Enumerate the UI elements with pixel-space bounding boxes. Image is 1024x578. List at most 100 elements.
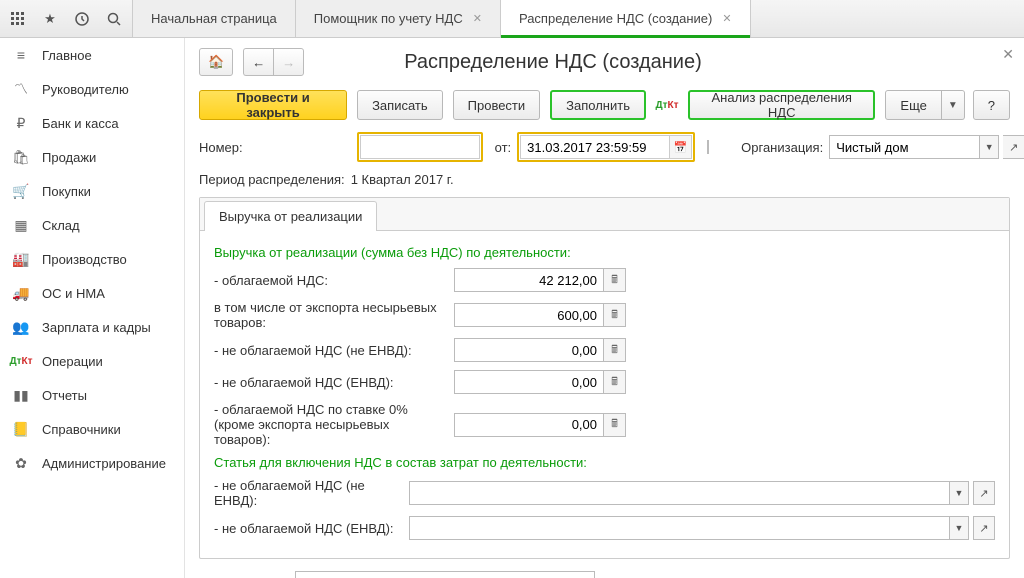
tab-vat-helper[interactable]: Помощник по учету НДС ✕ bbox=[296, 0, 501, 37]
calculator-icon[interactable]: 🖩 bbox=[604, 413, 626, 437]
home-button[interactable]: 🏠 bbox=[199, 48, 233, 76]
sidebar-item-payroll[interactable]: 👥Зарплата и кадры bbox=[0, 310, 184, 344]
calculator-icon[interactable]: 🖩 bbox=[604, 303, 626, 327]
export-nonraw-label: в том числе от экспорта несырьевых товар… bbox=[214, 300, 444, 330]
post-button[interactable]: Провести bbox=[453, 90, 541, 120]
tab-vat-distribution[interactable]: Распределение НДС (создание) ✕ bbox=[501, 0, 751, 37]
post-and-close-button[interactable]: Провести и закрыть bbox=[199, 90, 347, 120]
sidebar-item-label: Производство bbox=[42, 252, 127, 267]
org-open-button[interactable]: ↗ bbox=[1003, 135, 1024, 159]
sidebar-item-label: Покупки bbox=[42, 184, 91, 199]
tab-label: Распределение НДС (создание) bbox=[519, 11, 712, 26]
close-icon[interactable]: ✕ bbox=[473, 12, 482, 25]
chevron-down-icon[interactable]: ▼ bbox=[949, 481, 969, 505]
status-indicator bbox=[707, 140, 709, 154]
period-label: Период распределения: bbox=[199, 172, 345, 187]
vat-zero-rate-label: - облагаемой НДС по ставке 0% (кроме экс… bbox=[214, 402, 444, 447]
sidebar-item-operations[interactable]: ДтКтОперации bbox=[0, 344, 184, 378]
people-icon: 👥 bbox=[12, 318, 30, 336]
sidebar-item-reports[interactable]: ▮▮ Отчеты bbox=[0, 378, 184, 412]
sidebar-item-main[interactable]: ≡Главное bbox=[0, 38, 184, 72]
calendar-icon[interactable]: 📅 bbox=[670, 135, 692, 159]
sidebar-item-assets[interactable]: 🚚ОС и НМА bbox=[0, 276, 184, 310]
forward-button[interactable]: → bbox=[273, 48, 304, 76]
tab-label: Помощник по учету НДС bbox=[314, 11, 463, 26]
non-vat-non-envd-input[interactable] bbox=[454, 338, 604, 362]
tab-revenue[interactable]: Выручка от реализации bbox=[204, 201, 377, 231]
sidebar-item-label: Банк и касса bbox=[42, 116, 119, 131]
sidebar-item-production[interactable]: 🏭 Производство bbox=[0, 242, 184, 276]
sidebar-item-label: Продажи bbox=[42, 150, 96, 165]
vat-taxable-label: - облагаемой НДС: bbox=[214, 273, 444, 288]
non-vat-envd-label: - не облагаемой НДС (ЕНВД): bbox=[214, 375, 444, 390]
calculator-icon[interactable]: 🖩 bbox=[604, 268, 626, 292]
sidebar-item-label: Склад bbox=[42, 218, 80, 233]
sidebar-item-catalogs[interactable]: 📒 Справочники bbox=[0, 412, 184, 446]
apps-icon[interactable] bbox=[8, 9, 28, 29]
org-input[interactable] bbox=[829, 135, 979, 159]
number-input[interactable] bbox=[360, 135, 480, 159]
vat-zero-rate-input[interactable] bbox=[454, 413, 604, 437]
show-entries-button[interactable]: ДтКт bbox=[656, 94, 678, 116]
tab-home[interactable]: Начальная страница bbox=[132, 0, 296, 37]
book-icon: 📒 bbox=[12, 420, 30, 438]
sidebar-item-sales[interactable]: 🛍 Продажи bbox=[0, 140, 184, 174]
gear-icon: ✿ bbox=[12, 454, 30, 472]
chevron-down-icon[interactable]: ▼ bbox=[949, 516, 969, 540]
sidebar-item-label: Справочники bbox=[42, 422, 121, 437]
analysis-button[interactable]: Анализ распределения НДС bbox=[688, 90, 875, 120]
sidebar-item-label: Операции bbox=[42, 354, 103, 369]
tabs-bar: Начальная страница Помощник по учету НДС… bbox=[132, 0, 1024, 37]
sidebar-item-label: Главное bbox=[42, 48, 92, 63]
open-ref-button[interactable]: ↗ bbox=[973, 481, 995, 505]
non-vat-non-envd-label: - не облагаемой НДС (не ЕНВД): bbox=[214, 343, 444, 358]
star-icon[interactable]: ★ bbox=[40, 9, 60, 29]
close-icon[interactable]: ✕ bbox=[722, 12, 731, 25]
factory-icon: 🏭 bbox=[12, 250, 30, 268]
help-button[interactable]: ? bbox=[973, 90, 1010, 120]
bars-icon: ▮▮ bbox=[12, 386, 30, 404]
sidebar: ≡Главное 〽 Руководителю ₽ Банк и касса 🛍 Пр… bbox=[0, 38, 185, 578]
section-cost-item-header: Статья для включения НДС в состав затрат… bbox=[214, 455, 995, 470]
calculator-icon[interactable]: 🖩 bbox=[604, 370, 626, 394]
sidebar-item-warehouse[interactable]: ▦ Склад bbox=[0, 208, 184, 242]
boxes-icon: ▦ bbox=[12, 216, 30, 234]
export-nonraw-input[interactable] bbox=[454, 303, 604, 327]
cart-icon: 🛒 bbox=[12, 182, 30, 200]
open-ref-button[interactable]: ↗ bbox=[973, 516, 995, 540]
org-label: Организация: bbox=[741, 140, 823, 155]
more-dropdown[interactable]: ▼ bbox=[942, 90, 965, 120]
cost-item-envd-select[interactable] bbox=[409, 516, 949, 540]
ruble-icon: ₽ bbox=[12, 114, 30, 132]
date-input[interactable] bbox=[520, 135, 670, 159]
calculator-icon[interactable]: 🖩 bbox=[604, 338, 626, 362]
back-button[interactable]: ← bbox=[243, 48, 273, 76]
save-button[interactable]: Записать bbox=[357, 90, 443, 120]
sidebar-item-manager[interactable]: 〽 Руководителю bbox=[0, 72, 184, 106]
sidebar-item-label: Отчеты bbox=[42, 388, 87, 403]
sidebar-item-admin[interactable]: ✿ Администрирование bbox=[0, 446, 184, 480]
comment-input[interactable] bbox=[295, 571, 595, 578]
page-title: Распределение НДС (создание) bbox=[404, 51, 702, 74]
search-icon[interactable] bbox=[104, 9, 124, 29]
truck-icon: 🚚 bbox=[12, 284, 30, 302]
bag-icon: 🛍 bbox=[12, 148, 30, 166]
org-dropdown[interactable]: ▼ bbox=[979, 135, 999, 159]
period-value: 1 Квартал 2017 г. bbox=[351, 172, 454, 187]
chart-icon: 〽 bbox=[12, 80, 30, 98]
sidebar-item-purchases[interactable]: 🛒 Покупки bbox=[0, 174, 184, 208]
tab-label: Начальная страница bbox=[151, 11, 277, 26]
cost-item-non-envd-select[interactable] bbox=[409, 481, 949, 505]
history-icon[interactable] bbox=[72, 9, 92, 29]
close-icon[interactable]: ✕ bbox=[1002, 46, 1014, 63]
non-vat-envd-input[interactable] bbox=[454, 370, 604, 394]
fill-button[interactable]: Заполнить bbox=[550, 90, 646, 120]
sidebar-item-label: Администрирование bbox=[42, 456, 166, 471]
cost-item-non-envd-label: - не облагаемой НДС (не ЕНВД): bbox=[214, 478, 399, 508]
number-label: Номер: bbox=[199, 140, 243, 155]
more-button[interactable]: Еще bbox=[885, 90, 941, 120]
section-revenue-header: Выручка от реализации (сумма без НДС) по… bbox=[214, 245, 995, 260]
sidebar-item-bank[interactable]: ₽ Банк и касса bbox=[0, 106, 184, 140]
vat-taxable-input[interactable] bbox=[454, 268, 604, 292]
sidebar-item-label: Руководителю bbox=[42, 82, 129, 97]
